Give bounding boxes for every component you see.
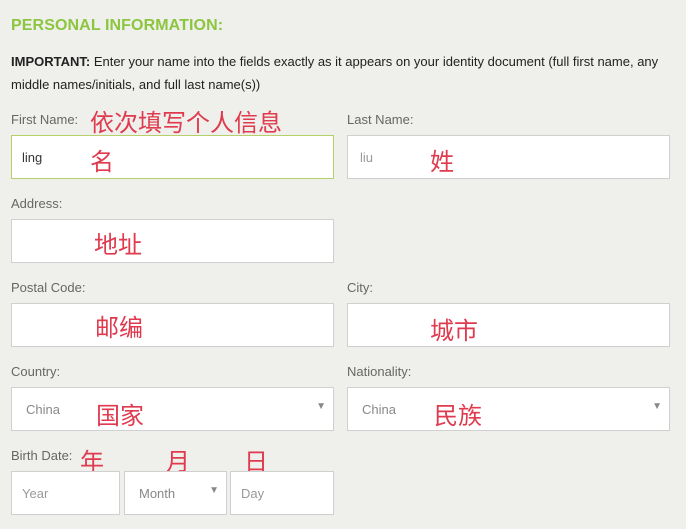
notice-bold: IMPORTANT:	[11, 54, 91, 69]
country-select[interactable]: China ▼	[11, 387, 334, 431]
birth-month-selected-value: Month	[139, 486, 176, 501]
city-text[interactable]	[348, 304, 669, 346]
birth-year-text[interactable]	[12, 472, 119, 514]
birth-month-select[interactable]: Month ▼	[124, 471, 227, 515]
last-name-text[interactable]	[348, 136, 669, 178]
annotation-country: 国家	[96, 402, 144, 430]
postal-code-input[interactable]	[11, 303, 334, 347]
city-input[interactable]	[347, 303, 670, 347]
last-name-input[interactable]	[347, 135, 670, 179]
address-input[interactable]	[11, 219, 334, 263]
nationality-select[interactable]: China ▼	[347, 387, 670, 431]
annotation-nationality: 民族	[434, 402, 482, 430]
first-name-label: First Name:	[11, 112, 79, 127]
annotation-postal-code: 邮编	[95, 314, 143, 342]
postal-code-text[interactable]	[12, 304, 333, 346]
country-label: Country:	[11, 364, 61, 379]
nationality-label: Nationality:	[347, 364, 412, 379]
birth-year-input[interactable]	[11, 471, 120, 515]
annotation-last-name: 姓	[430, 148, 454, 176]
address-label: Address:	[11, 196, 63, 211]
annotation-address: 地址	[94, 231, 142, 259]
section-title: PERSONAL INFORMATION:	[11, 17, 224, 34]
first-name-text[interactable]	[12, 136, 333, 178]
chevron-down-icon: ▼	[209, 485, 219, 496]
birth-day-text[interactable]	[231, 472, 333, 514]
nationality-selected-value: China	[362, 402, 396, 417]
chevron-down-icon: ▼	[316, 401, 326, 412]
birth-day-input[interactable]	[230, 471, 334, 515]
birth-date-label: Birth Date:	[11, 448, 73, 463]
annotation-city: 城市	[430, 317, 478, 345]
notice-text: Enter your name into the fields exactly …	[11, 54, 659, 92]
important-notice: IMPORTANT: Enter your name into the fiel…	[11, 50, 671, 96]
address-text[interactable]	[12, 220, 333, 262]
annotation-fill-in-order: 依次填写个人信息	[90, 109, 282, 137]
last-name-label: Last Name:	[347, 112, 414, 127]
postal-code-label: Postal Code:	[11, 280, 86, 295]
annotation-first-name: 名	[90, 148, 114, 176]
chevron-down-icon: ▼	[652, 401, 662, 412]
first-name-input[interactable]	[11, 135, 334, 179]
country-selected-value: China	[26, 402, 60, 417]
city-label: City:	[347, 280, 373, 295]
